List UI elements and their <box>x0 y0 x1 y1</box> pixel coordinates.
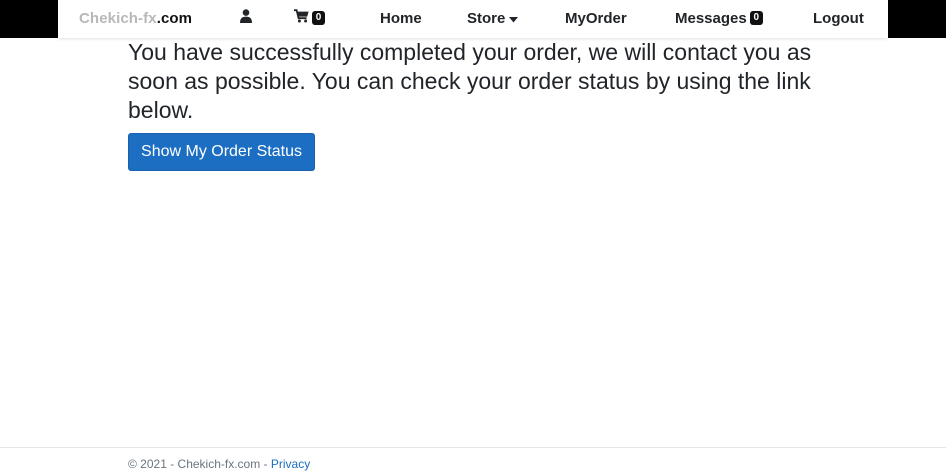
messages-count-badge: 0 <box>749 11 763 25</box>
brand-name: Chekich-fx <box>79 9 157 27</box>
account-link[interactable] <box>238 0 254 36</box>
user-icon <box>240 8 252 28</box>
order-success-message: You have successfully completed your ord… <box>128 39 812 123</box>
navbar: Chekich-fx .com 0 Home Store MyOrder Mes… <box>58 0 888 38</box>
messages-label: Messages <box>675 9 747 27</box>
cart-link[interactable]: 0 <box>294 0 325 36</box>
copyright-text: © 2021 - Chekich-fx.com - <box>128 457 271 471</box>
footer: © 2021 - Chekich-fx.com - Privacy <box>0 447 946 476</box>
nav-home-link[interactable]: Home <box>380 0 422 36</box>
nav-messages-link[interactable]: Messages 0 <box>675 0 763 36</box>
footer-text: © 2021 - Chekich-fx.com - Privacy <box>128 457 310 471</box>
main-content: You have successfully completed your ord… <box>128 38 828 171</box>
nav-myorder-link[interactable]: MyOrder <box>565 0 627 36</box>
privacy-link[interactable]: Privacy <box>271 457 310 471</box>
store-label: Store <box>467 9 506 27</box>
cart-count-badge: 0 <box>312 11 325 25</box>
nav-logout-link[interactable]: Logout <box>813 0 864 36</box>
show-order-status-button[interactable]: Show My Order Status <box>128 133 315 171</box>
brand-domain: .com <box>156 9 193 27</box>
shopping-cart-icon <box>294 8 309 28</box>
caret-down-icon <box>509 10 519 27</box>
nav-store-dropdown[interactable]: Store <box>467 0 519 36</box>
brand-logo-link[interactable]: Chekich-fx .com <box>79 0 192 36</box>
